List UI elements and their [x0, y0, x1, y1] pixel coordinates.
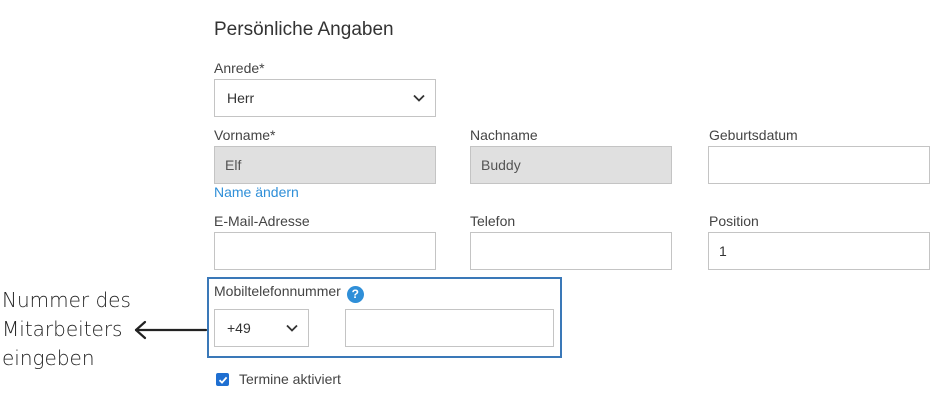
checkmark-icon [218, 376, 227, 384]
annotation-line-3: eingeben [2, 346, 95, 370]
termine-label: Termine aktiviert [239, 371, 341, 387]
anrede-value: Herr [227, 90, 255, 106]
geburtsdatum-input[interactable] [708, 146, 930, 184]
help-icon[interactable]: ? [346, 286, 364, 303]
position-label: Position [709, 213, 759, 229]
email-label: E-Mail-Adresse [214, 213, 310, 229]
annotation-line-2: Mitarbeiters [2, 317, 123, 341]
telefon-label: Telefon [470, 213, 516, 229]
chevron-down-icon [413, 94, 425, 102]
name-change-link[interactable]: Name ändern [214, 184, 299, 200]
anrede-select[interactable]: Herr [214, 79, 436, 117]
annotation-line-1: Nummer des [2, 288, 131, 312]
vorname-input[interactable]: Elf [214, 146, 436, 184]
mobile-label: Mobiltelefonnummer ? [214, 283, 364, 303]
anrede-label: Anrede* [214, 60, 265, 76]
telefon-input[interactable] [470, 232, 672, 270]
vorname-value: Elf [225, 157, 242, 173]
chevron-down-icon [286, 324, 298, 332]
nachname-label: Nachname [470, 127, 538, 143]
position-input[interactable]: 1 [708, 232, 930, 270]
country-code-select[interactable]: +49 [214, 309, 309, 347]
mobile-number-input[interactable] [345, 309, 554, 347]
nachname-value: Buddy [481, 157, 521, 173]
email-input[interactable] [214, 232, 436, 270]
page-title: Persönliche Angaben [214, 19, 394, 40]
geburtsdatum-label: Geburtsdatum [709, 127, 798, 143]
country-code-value: +49 [227, 320, 251, 336]
vorname-label: Vorname* [214, 127, 276, 143]
mobile-label-text: Mobiltelefonnummer [214, 283, 341, 299]
nachname-input[interactable]: Buddy [470, 146, 672, 184]
arrow-left-icon [134, 320, 208, 340]
termine-checkbox[interactable] [216, 373, 229, 386]
position-value: 1 [719, 243, 727, 259]
annotation-text: Nummer des Mitarbeiters eingeben [2, 286, 131, 373]
